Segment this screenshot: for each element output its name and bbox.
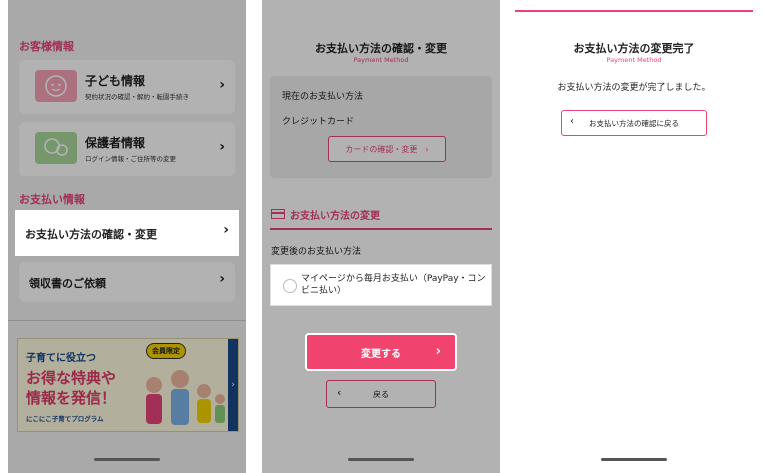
current-payment-value: クレジットカード <box>282 117 355 127</box>
chevron-right-icon: › <box>219 271 225 287</box>
return-label: お支払い方法の確認に戻る <box>589 118 679 128</box>
home-indicator <box>601 458 667 461</box>
banner-line3: 情報を発信！ <box>26 389 117 407</box>
banner-footer: にこにこ子育てプログラム <box>26 415 104 423</box>
child-info-card[interactable]: 子ども情報 契約状況の確認・解約・転園手続き › <box>19 60 235 114</box>
chevron-right-icon: › <box>223 222 229 238</box>
payment-method-row[interactable]: お支払い方法の確認・変更 › <box>15 210 239 256</box>
change-section-title: お支払い方法の変更 <box>290 211 380 222</box>
banner-line2: お得な特典や <box>26 369 117 387</box>
submit-change-label: 変更する <box>361 348 401 360</box>
chevron-left-icon: ‹ <box>570 116 574 127</box>
promo-banner[interactable]: 子育てに役立つ お得な特典や 情報を発信！ 会員限定 にこにこ子育てプログラム … <box>17 338 239 432</box>
receipt-request-row[interactable]: 領収書のご依頼 › <box>19 262 235 302</box>
page-subtitle: Payment Method <box>353 56 409 64</box>
child-info-title: 子ども情報 <box>85 74 146 88</box>
card-confirm-change-button[interactable]: カードの確認・変更 › <box>328 136 446 162</box>
members-only-badge: 会員限定 <box>146 343 186 359</box>
payment-method-label: お支払い方法の確認・変更 <box>25 228 157 241</box>
payment-option-card[interactable]: マイページから毎月お支払い（PayPay・コンビニ払い） <box>270 264 492 306</box>
banner-next-arrow[interactable]: › <box>228 339 238 431</box>
current-payment-box: 現在のお支払い方法 クレジットカード カードの確認・変更 › <box>270 76 492 178</box>
screen-payment-change: お支払い方法の確認・変更 Payment Method 現在のお支払い方法 クレ… <box>262 0 500 473</box>
section-divider <box>8 320 246 321</box>
page-title: お支払い方法の確認・変更 <box>315 42 447 55</box>
customer-info-heading: お客様情報 <box>19 40 74 53</box>
home-indicator <box>348 458 414 461</box>
chevron-right-icon: › <box>219 139 225 155</box>
new-payment-label: 変更後のお支払い方法 <box>271 247 362 257</box>
page-title: お支払い方法の変更完了 <box>573 42 695 55</box>
back-label: 戻る <box>373 389 389 399</box>
screen-account-menu: お客様情報 子ども情報 契約状況の確認・解約・転園手続き › 保護者情報 ログイ… <box>8 0 246 473</box>
submit-change-button[interactable]: 変更する › <box>305 333 457 371</box>
radio-button[interactable] <box>283 279 297 293</box>
return-to-confirm-button[interactable]: ‹ お支払い方法の確認に戻る <box>561 110 707 136</box>
current-payment-label: 現在のお支払い方法 <box>282 92 364 102</box>
page-subtitle: Payment Method <box>606 56 662 64</box>
chevron-right-icon: › <box>435 344 441 359</box>
change-section-heading: お支払い方法の変更 <box>270 206 492 230</box>
credit-card-icon <box>271 209 285 219</box>
guardian-info-card[interactable]: 保護者情報 ログイン情報・ご住所等の変更 › <box>19 122 235 176</box>
child-info-subtitle: 契約状況の確認・解約・転園手続き <box>85 93 189 101</box>
chevron-left-icon: ‹ <box>337 386 342 399</box>
top-accent-line <box>515 10 753 12</box>
screen-payment-complete: お支払い方法の変更完了 Payment Method お支払い方法の変更が完了し… <box>515 0 753 473</box>
payment-info-heading: お支払い情報 <box>19 193 85 206</box>
home-indicator <box>94 458 160 461</box>
completion-message: お支払い方法の変更が完了しました。 <box>557 83 711 93</box>
baby-face-icon <box>35 70 77 102</box>
guardian-info-title: 保護者情報 <box>85 136 146 150</box>
banner-line1: 子育てに役立つ <box>26 353 96 364</box>
parent-child-icon <box>35 132 77 164</box>
family-illustration <box>146 370 225 425</box>
back-button[interactable]: ‹ 戻る <box>326 380 436 408</box>
payment-option-label: マイページから毎月お支払い（PayPay・コンビニ払い） <box>301 274 486 296</box>
receipt-request-label: 領収書のご依頼 <box>29 277 106 290</box>
guardian-info-subtitle: ログイン情報・ご住所等の変更 <box>85 155 176 163</box>
chevron-right-icon: › <box>219 77 225 93</box>
